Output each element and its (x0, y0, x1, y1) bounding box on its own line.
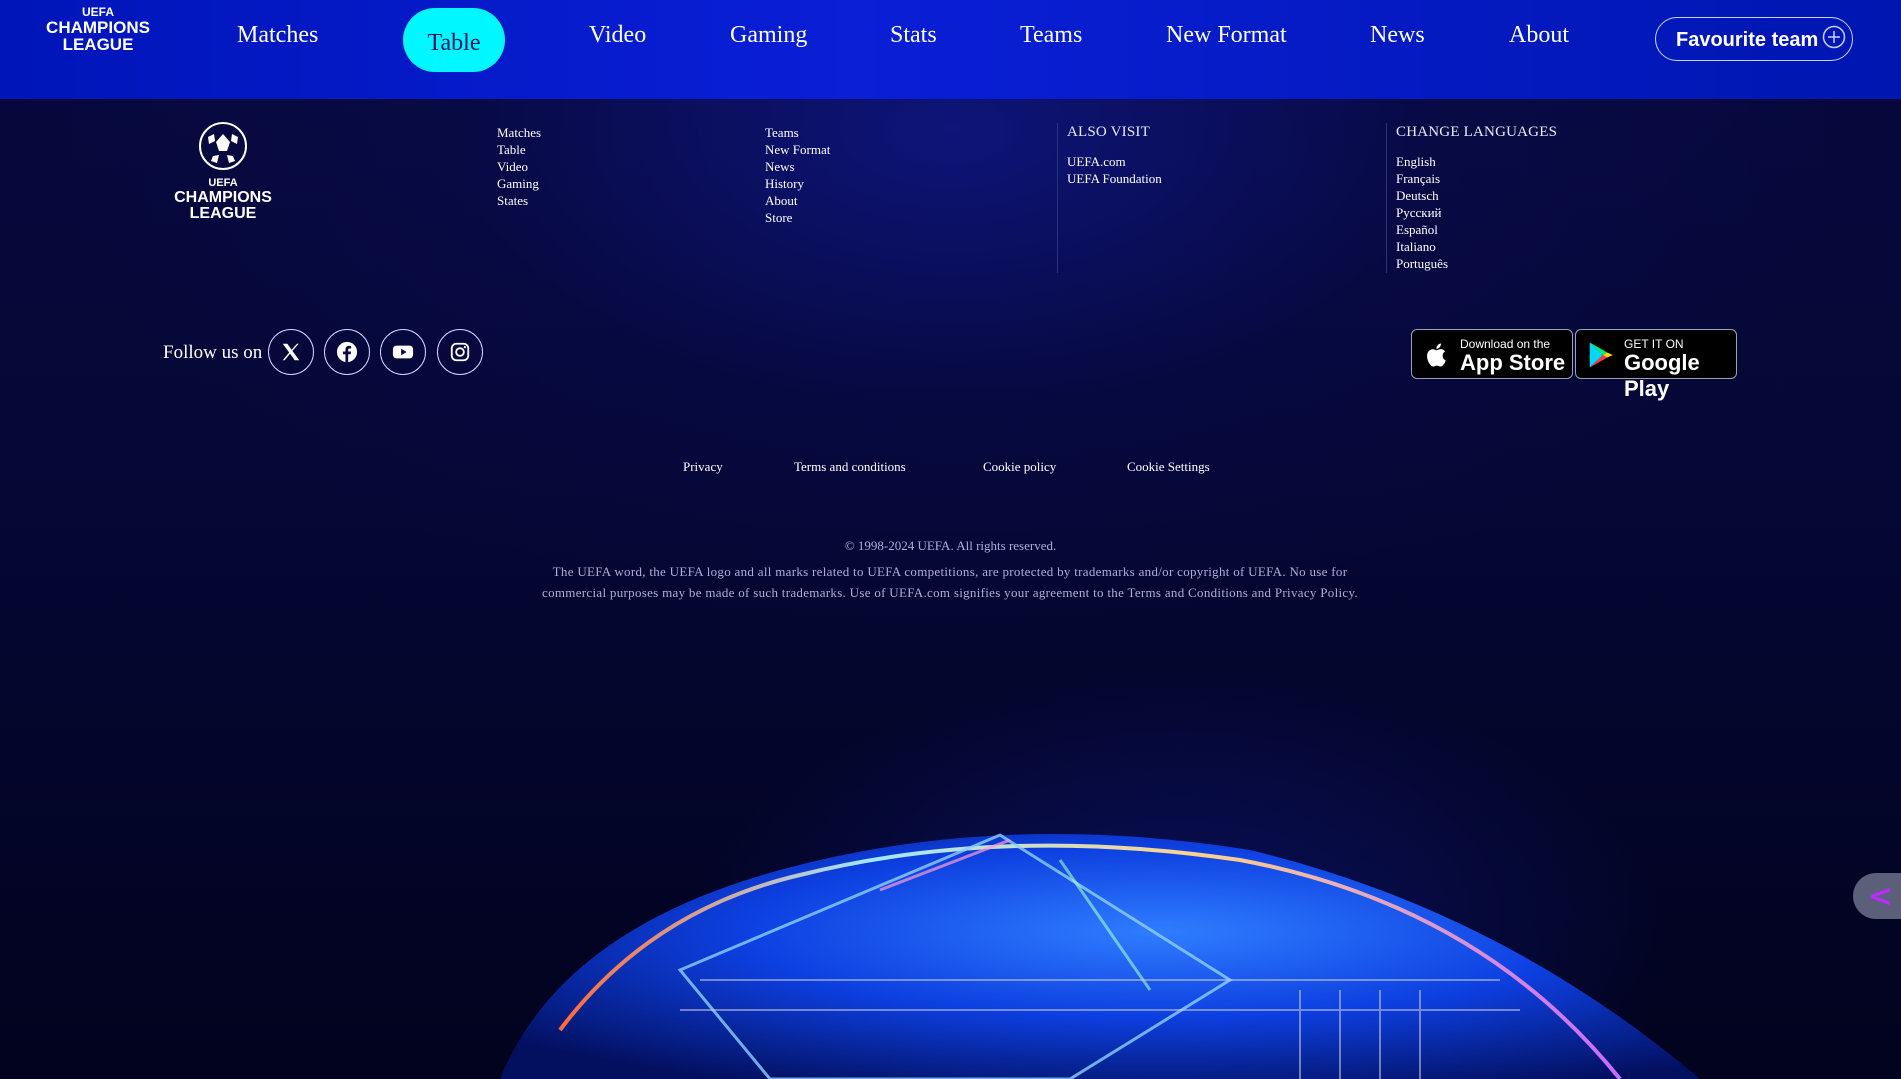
column-divider (1057, 123, 1058, 273)
terms-link[interactable]: Terms and conditions (794, 459, 906, 475)
footer-link-video[interactable]: Video (497, 158, 541, 175)
privacy-link[interactable]: Privacy (683, 459, 723, 475)
youtube-social-button[interactable] (380, 329, 426, 375)
app-store-small-text: Download on the (1460, 337, 1551, 351)
nav-stats[interactable]: Stats (890, 22, 937, 49)
also-visit-column: ALSO VISIT UEFA.com UEFA Foundation (1067, 124, 1162, 187)
footer-link-new-format[interactable]: New Format (765, 141, 830, 158)
nav-gaming[interactable]: Gaming (730, 22, 807, 49)
svg-text:UEFA: UEFA (82, 5, 114, 19)
facebook-icon (336, 341, 358, 363)
starball-icon (199, 122, 247, 170)
also-visit-heading: ALSO VISIT (1067, 124, 1150, 140)
nav-table[interactable]: Table (403, 8, 505, 72)
nav-news[interactable]: News (1370, 22, 1425, 49)
language-italiano[interactable]: Italiano (1396, 238, 1557, 255)
nav-new-format[interactable]: New Format (1166, 22, 1287, 49)
instagram-social-button[interactable] (437, 329, 483, 375)
language-portugues[interactable]: Português (1396, 255, 1557, 272)
google-play-badge[interactable]: GET IT ON Google Play (1575, 329, 1737, 401)
trademark-notice: The UEFA word, the UEFA logo and all mar… (485, 561, 1415, 603)
nav-teams[interactable]: Teams (1020, 22, 1082, 49)
language-russian[interactable]: Русский (1396, 204, 1557, 221)
footer-link-about[interactable]: About (765, 192, 830, 209)
follow-us-label: Follow us on (163, 342, 263, 363)
nav-matches[interactable]: Matches (237, 22, 318, 49)
facebook-social-button[interactable] (324, 329, 370, 375)
languages-column: CHANGE LANGUAGES English Français Deutsc… (1396, 124, 1557, 272)
side-widget-tab[interactable]: < (1853, 873, 1901, 919)
starball-graphic (500, 833, 1700, 1079)
nav-about[interactable]: About (1509, 22, 1569, 49)
footer-link-store[interactable]: Store (765, 209, 830, 226)
nav-table-label: Table (427, 30, 481, 56)
footer-column-1: Matches Table Video Gaming States (497, 124, 541, 209)
cookie-policy-link[interactable]: Cookie policy (983, 459, 1056, 475)
apple-icon (1427, 343, 1446, 367)
plus-circle-icon (1822, 25, 1846, 49)
instagram-icon (450, 342, 470, 362)
google-play-icon (1589, 342, 1613, 368)
footer-champions-league-logo[interactable]: UEFA CHAMPIONS LEAGUE (168, 122, 278, 222)
app-store-big-text: App Store (1460, 350, 1566, 375)
favourite-team-button[interactable]: Favourite team (1655, 17, 1853, 61)
language-espanol[interactable]: Español (1396, 221, 1557, 238)
copyright-text: © 1998-2024 UEFA. All rights reserved. (844, 538, 1057, 553)
svg-text:LEAGUE: LEAGUE (190, 205, 257, 222)
footer-column-2: Teams New Format News History About Stor… (765, 124, 830, 226)
top-navigation-bar: UEFA CHAMPIONS LEAGUE Matches Table Vide… (0, 0, 1901, 99)
trademark-notice-line: commercial purposes may be made of such … (542, 585, 1358, 600)
footer-link-news[interactable]: News (765, 158, 830, 175)
footer-link-matches[interactable]: Matches (497, 124, 541, 141)
google-play-small-text: GET IT ON (1624, 337, 1684, 351)
favourite-team-label: Favourite team (1676, 29, 1819, 51)
footer-link-states[interactable]: States (497, 192, 541, 209)
footer-link-uefa-foundation[interactable]: UEFA Foundation (1067, 170, 1162, 187)
app-store-badge[interactable]: Download on the App Store (1411, 329, 1573, 379)
language-francais[interactable]: Français (1396, 170, 1557, 187)
language-english[interactable]: English (1396, 153, 1557, 170)
footer-link-gaming[interactable]: Gaming (497, 175, 541, 192)
chevron-left-icon: < (1868, 879, 1894, 914)
change-languages-heading: CHANGE LANGUAGES (1396, 124, 1558, 140)
column-divider (1386, 123, 1387, 273)
trademark-notice-line: The UEFA word, the UEFA logo and all mar… (552, 564, 1348, 579)
youtube-icon (392, 345, 414, 359)
x-social-button[interactable] (268, 329, 314, 375)
svg-text:UEFA: UEFA (208, 177, 237, 189)
google-play-big-text: Google Play (1624, 350, 1700, 401)
nav-video[interactable]: Video (589, 22, 646, 49)
footer-link-teams[interactable]: Teams (765, 124, 830, 141)
footer-link-table[interactable]: Table (497, 141, 541, 158)
cookie-settings-link[interactable]: Cookie Settings (1127, 459, 1210, 475)
language-deutsch[interactable]: Deutsch (1396, 187, 1557, 204)
svg-text:CHAMPIONS: CHAMPIONS (174, 189, 272, 206)
x-icon (282, 343, 300, 361)
svg-text:LEAGUE: LEAGUE (63, 35, 134, 54)
footer-link-history[interactable]: History (765, 175, 830, 192)
footer-link-uefa-com[interactable]: UEFA.com (1067, 153, 1162, 170)
champions-league-logo[interactable]: UEFA CHAMPIONS LEAGUE (42, 2, 154, 54)
